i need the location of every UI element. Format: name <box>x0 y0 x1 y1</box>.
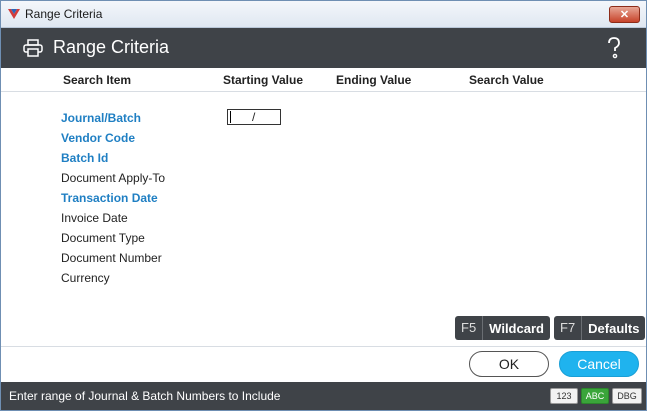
list-item-currency[interactable]: Currency <box>61 269 165 289</box>
search-item-list: Journal/Batch Vendor Code Batch Id Docum… <box>61 109 165 289</box>
list-item-document-number[interactable]: Document Number <box>61 249 165 269</box>
close-button[interactable]: ✕ <box>609 6 640 23</box>
help-icon[interactable] <box>606 37 622 59</box>
list-item-document-type[interactable]: Document Type <box>61 229 165 249</box>
wildcard-label: Wildcard <box>489 320 544 336</box>
journal-batch-starting-input[interactable]: / <box>227 109 281 125</box>
column-starting-value: Starting Value <box>223 73 304 87</box>
list-item-invoice-date[interactable]: Invoice Date <box>61 209 165 229</box>
list-item-journal-batch[interactable]: Journal/Batch <box>61 109 165 129</box>
f7-key-label: F7 <box>554 316 583 340</box>
list-item-batch-id[interactable]: Batch Id <box>61 149 165 169</box>
text-caret <box>230 111 231 123</box>
numeric-mode-badge: 123 <box>550 388 578 404</box>
list-item-document-apply-to[interactable]: Document Apply-To <box>61 169 165 189</box>
wildcard-button[interactable]: F5 Wildcard <box>455 316 550 340</box>
title-bar[interactable]: Range Criteria ✕ <box>1 1 646 28</box>
footer-divider <box>1 346 646 347</box>
column-headers: Search Item Starting Value Ending Value … <box>1 68 646 92</box>
alpha-mode-badge: ABC <box>581 388 609 404</box>
list-item-transaction-date[interactable]: Transaction Date <box>61 189 165 209</box>
defaults-label: Defaults <box>588 320 640 336</box>
ok-button[interactable]: OK <box>469 351 549 377</box>
close-icon: ✕ <box>619 9 630 21</box>
defaults-button[interactable]: F7 Defaults <box>554 316 646 340</box>
app-logo-icon <box>8 9 20 19</box>
status-message: Enter range of Journal & Batch Numbers t… <box>9 389 281 403</box>
range-criteria-window: Range Criteria ✕ Range Criteria Search I… <box>0 0 647 411</box>
journal-batch-separator: / <box>252 110 256 124</box>
printer-icon <box>23 39 43 57</box>
debug-mode-badge: DBG <box>612 388 642 404</box>
window-title: Range Criteria <box>25 7 103 21</box>
f5-key-label: F5 <box>455 316 484 340</box>
column-search-item: Search Item <box>63 73 132 87</box>
page-title: Range Criteria <box>53 37 170 57</box>
list-item-vendor-code[interactable]: Vendor Code <box>61 129 165 149</box>
column-search-value: Search Value <box>469 73 544 87</box>
cancel-button[interactable]: Cancel <box>559 351 639 377</box>
status-bar: Enter range of Journal & Batch Numbers t… <box>1 382 646 410</box>
header-bar: Range Criteria <box>1 28 646 68</box>
column-ending-value: Ending Value <box>336 73 412 87</box>
